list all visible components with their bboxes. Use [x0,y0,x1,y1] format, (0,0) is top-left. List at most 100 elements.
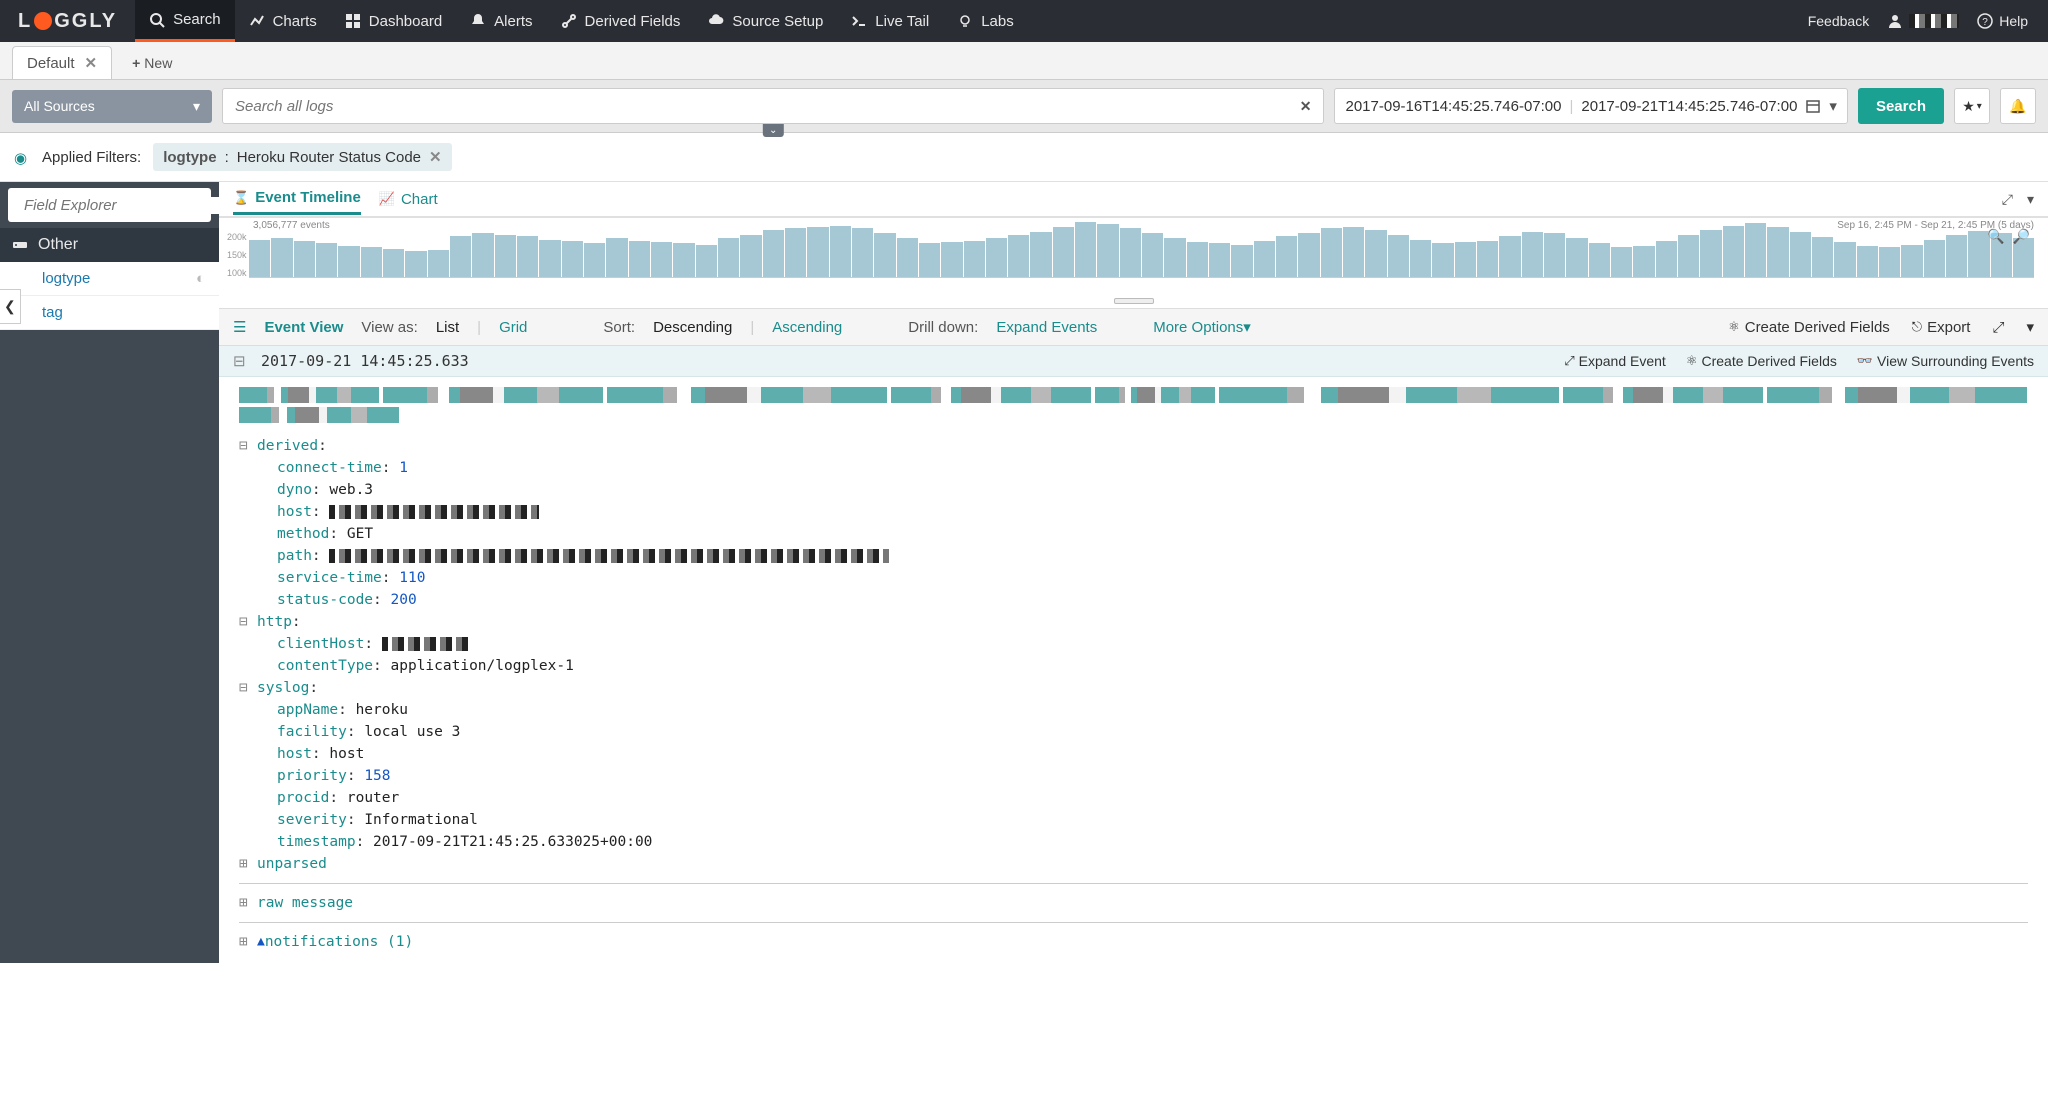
collapse-icon[interactable]: ⊟ [233,352,251,370]
expand-search-icon[interactable]: ⌄ [763,124,783,137]
notifications-section[interactable]: notifications (1) [265,931,413,953]
sort-asc[interactable]: Ascending [772,319,842,336]
y-axis: 200k150k100k [227,228,247,282]
chevron-down-icon: ▾ [193,98,200,115]
hourglass-icon: ⌛ [233,190,249,206]
close-icon[interactable]: ✕ [429,148,442,166]
search-input-wrap: ✕ ⌄ [222,88,1324,124]
chevron-down-icon[interactable]: ▾ [2026,318,2034,336]
export-button[interactable]: ⎋Export [1912,319,1971,336]
sort-desc[interactable]: Descending [653,319,732,336]
tab-default[interactable]: Default✕ [12,46,112,79]
view-surrounding[interactable]: 👓View Surrounding Events [1857,353,2034,369]
filter-chip[interactable]: logtype : Heroku Router Status Code ✕ [153,143,451,171]
expand-events[interactable]: Expand Events [996,319,1097,336]
time-from: 2017-09-16T14:45:25.746-07:00 [1345,98,1561,115]
terminal-icon [851,13,867,29]
collapse-sidebar[interactable]: ❮ [0,289,21,324]
event-timestamp: 2017-09-21 14:45:25.633 [261,352,469,370]
sidebar: Other ❮ logtype◐ tag [0,182,219,963]
star-icon: ★ [1962,98,1975,115]
field-explorer-input[interactable] [24,197,225,214]
event-view[interactable]: Event View [264,319,343,336]
search-button[interactable]: Search [1858,88,1944,124]
sidebar-section-other[interactable]: Other [0,228,219,262]
more-options[interactable]: More Options▾ [1153,318,1251,336]
facet-logtype[interactable]: logtype◐ [0,262,219,296]
unparsed-section[interactable]: unparsed [257,853,327,875]
time-to: 2017-09-21T14:45:25.746-07:00 [1581,98,1797,115]
workspace-tabs: Default✕ +New [0,42,2048,80]
filter-icon: ◉ [14,149,30,165]
bell-icon [470,13,486,29]
collapse-icon[interactable]: ⊟ [239,435,257,457]
zoom-in-icon[interactable]: 🔎 [2013,228,2030,245]
derived-icon: ⚛ [1728,319,1740,335]
expand-icon[interactable]: ⊞ [239,931,257,953]
nav-derived-fields[interactable]: Derived Fields [547,0,695,42]
tab-new[interactable]: +New [118,47,186,79]
expand-event[interactable]: ⤢Expand Event [1564,353,1666,369]
timeline-tabs: ⌛Event Timeline 📈Chart ⤢ ▾ [219,182,2048,218]
expand-icon[interactable]: ⤢ [2002,191,2013,208]
feedback-link[interactable]: Feedback [1808,13,1869,29]
list-icon: ☰ [233,318,246,336]
view-list[interactable]: List [436,319,459,336]
calendar-icon [1805,98,1821,114]
dashboard-icon [345,13,361,29]
close-icon[interactable]: ✕ [85,54,98,72]
export-icon: ⎋ [1912,319,1922,335]
favorites-button[interactable]: ★▾ [1954,88,1990,124]
tab-event-timeline[interactable]: ⌛Event Timeline [233,183,361,215]
search-bar: All Sources▾ ✕ ⌄ 2017-09-16T14:45:25.746… [0,80,2048,133]
drive-icon [12,237,28,253]
bell-icon: 🔔 [2009,98,2026,115]
event-body: ⊟derived: connect-time: 1 dyno: web.3 ho… [219,377,2048,963]
nav-source-setup[interactable]: Source Setup [694,0,837,42]
source-dropdown[interactable]: All Sources▾ [12,90,212,123]
nav-live-tail[interactable]: Live Tail [837,0,943,42]
timeline-chart[interactable]: 3,056,777 events Sep 16, 2:45 PM - Sep 2… [219,218,2048,298]
results-toolbar: ☰ Event View View as: List | Grid Sort: … [219,308,2048,346]
collapse-icon[interactable]: ⊟ [239,677,257,699]
chart-icon [249,13,265,29]
expand-icon[interactable]: ⤢ [1992,319,2004,336]
user-menu[interactable] [1887,13,1959,29]
raw-message-section[interactable]: raw message [257,892,353,914]
nav-charts[interactable]: Charts [235,0,331,42]
nav-search[interactable]: Search [135,0,235,42]
event-header: ⊟ 2017-09-21 14:45:25.633 ⤢Expand Event … [219,346,2048,377]
user-icon [1887,13,1903,29]
facet-tag[interactable]: tag [0,296,219,330]
search-input[interactable] [223,98,1288,115]
create-derived-fields[interactable]: ⚛Create Derived Fields [1728,319,1890,336]
event-create-df[interactable]: ⚛Create Derived Fields [1686,353,1837,369]
raw-preview [239,387,2028,423]
help-link[interactable]: ?Help [1977,13,2028,29]
collapse-icon[interactable]: ⊟ [239,611,257,633]
bulb-icon [957,13,973,29]
chevron-down-icon[interactable]: ▾ [2027,191,2034,208]
nav-labs[interactable]: Labs [943,0,1028,42]
field-explorer-search [8,188,211,222]
zoom-out-icon[interactable]: 🔍 [1987,228,2004,245]
tab-chart[interactable]: 📈Chart [379,185,438,214]
logo: LGGLY [0,10,135,33]
main-panel: ⌛Event Timeline 📈Chart ⤢ ▾ 3,056,777 eve… [219,182,2048,963]
clear-icon[interactable]: ✕ [1288,98,1324,115]
derived-icon [561,13,577,29]
search-icon [149,12,165,28]
event-count: 3,056,777 events [253,220,330,231]
nav-dashboard[interactable]: Dashboard [331,0,456,42]
toggle-icon: ◐ [196,270,205,287]
alert-button[interactable]: 🔔 [2000,88,2036,124]
resize-handle[interactable] [219,298,2048,308]
applied-filters: ◉ Applied Filters: logtype : Heroku Rout… [0,133,2048,182]
view-grid[interactable]: Grid [499,319,527,336]
top-nav: LGGLY Search Charts Dashboard Alerts Der… [0,0,2048,42]
expand-icon[interactable]: ⊞ [239,892,257,914]
time-range[interactable]: 2017-09-16T14:45:25.746-07:00 | 2017-09-… [1334,88,1847,124]
svg-text:?: ? [1982,17,1988,28]
expand-icon[interactable]: ⊞ [239,853,257,875]
nav-alerts[interactable]: Alerts [456,0,546,42]
